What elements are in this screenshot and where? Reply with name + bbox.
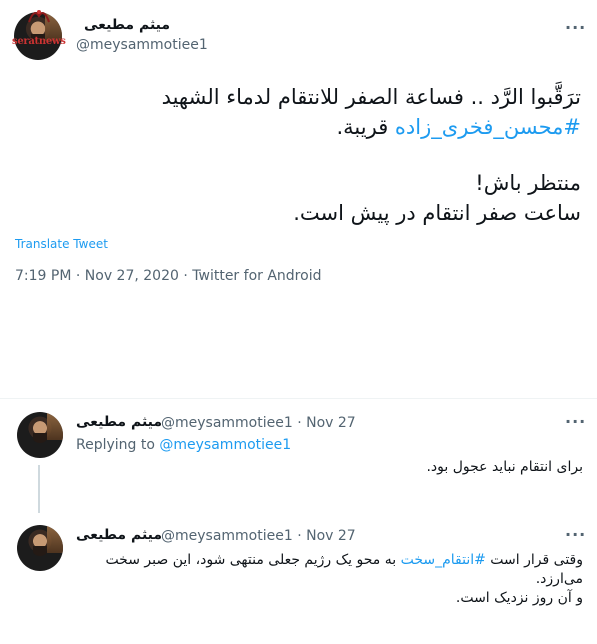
replying-to-label: Replying to (76, 437, 160, 453)
tweet-meta: 7:19 PM · Nov 27, 2020 · Twitter for And… (15, 268, 321, 284)
reply-text-line: برای انتقام نباید عجول بود. (426, 459, 583, 475)
tweet-text: ترَقَّبوا الرَّد .. فساعة الصفر للانتقام… (16, 82, 581, 228)
reply-text-fragment: به محو یک رژیم جعلی منتهی شود، این صبر س… (105, 552, 401, 568)
hashtag-link[interactable]: #انتقام_سخت (401, 552, 486, 568)
tweet-date[interactable]: Nov 27 (306, 528, 356, 544)
reply-text-fragment: وقتی قرار است (485, 552, 583, 568)
author-handle[interactable]: @meysammotiee1 (76, 37, 208, 53)
divider (0, 398, 597, 399)
author-name[interactable]: میثم مطیعی (84, 17, 170, 33)
replying-to: Replying to @meysammotiee1 (76, 437, 291, 453)
tweet-text-line: #محسن_فخری_زاده قريبة. (16, 112, 582, 142)
reply-text-line: می‌ارزد. (535, 571, 583, 587)
author-handle[interactable]: @meysammotiee1 (161, 528, 293, 544)
tweet-text-line: ساعت صفر انتقام در پیش است. (293, 201, 581, 225)
watermark-logo: seratnews (12, 6, 74, 47)
reply-text: وقتی قرار است #انتقام_سخت به محو یک رژیم… (105, 551, 583, 608)
hashtag-link[interactable]: #محسن_فخری_زاده (395, 115, 581, 139)
tweet-date[interactable]: Nov 27, 2020 (85, 268, 179, 284)
more-icon[interactable]: ··· (565, 412, 586, 431)
watermark-emblem-icon (28, 10, 50, 23)
tweet-text-line: ترَقَّبوا الرَّد .. فساعة الصفر للانتقام… (161, 85, 581, 109)
translate-tweet-link[interactable]: Translate Tweet (15, 237, 108, 251)
meta-separator: · (71, 268, 85, 284)
mention-link[interactable]: @meysammotiee1 (159, 437, 291, 453)
author-name[interactable]: میثم مطیعی (76, 527, 162, 543)
avatar[interactable] (17, 525, 63, 571)
more-icon[interactable]: ··· (565, 18, 586, 37)
reply-handle-date: @meysammotiee1 · Nov 27 (161, 528, 356, 544)
meta-separator: · (178, 268, 193, 284)
more-icon[interactable]: ··· (565, 525, 586, 544)
reply-text-line: و آن روز نزدیک است. (455, 590, 583, 606)
tweet-time[interactable]: 7:19 PM (15, 268, 71, 284)
tweet-text-fragment: قريبة. (336, 115, 395, 139)
reply-text: برای انتقام نباید عجول بود. (426, 458, 583, 477)
tweet-text-line: منتظر باش! (475, 171, 581, 195)
author-handle[interactable]: @meysammotiee1 (161, 415, 293, 431)
author-name[interactable]: میثم مطیعی (76, 414, 162, 430)
thread-connector (38, 465, 40, 513)
watermark-text: seratnews (12, 36, 66, 47)
tweet-source[interactable]: Twitter for Android (192, 268, 321, 284)
avatar[interactable] (17, 412, 63, 458)
reply-text-line: وقتی قرار است #انتقام_سخت به محو یک رژیم… (105, 551, 583, 570)
tweet-date[interactable]: Nov 27 (306, 415, 356, 431)
reply-handle-date: @meysammotiee1 · Nov 27 (161, 415, 356, 431)
